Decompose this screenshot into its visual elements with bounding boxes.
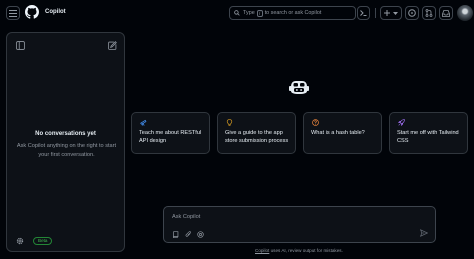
copilot-link[interactable]: Copilot (255, 248, 269, 253)
app-title[interactable]: Copilot (45, 9, 66, 15)
search-text-before: Type (243, 10, 255, 16)
header-divider (375, 8, 376, 18)
sidebar-collapse-icon[interactable] (16, 41, 25, 50)
command-palette-button[interactable] (357, 6, 370, 20)
github-logo-icon[interactable] (25, 5, 39, 19)
copilot-logo-icon (289, 81, 309, 94)
question-icon (312, 119, 319, 126)
lightbulb-icon (226, 119, 233, 126)
search-input[interactable]: Type / to search or ask Copilot (229, 6, 356, 20)
repository-icon[interactable] (172, 231, 179, 238)
hamburger-menu-button[interactable] (6, 6, 20, 20)
rocket-icon (398, 119, 405, 126)
suggestion-card-tailwind[interactable]: Start me off with Tailwind CSS (389, 112, 468, 154)
user-avatar[interactable] (457, 5, 473, 21)
top-bar: Copilot Type / to search or ask Copilot (0, 0, 474, 26)
issues-button[interactable] (405, 6, 419, 20)
suggestion-text: Give a guide to the app store submission… (225, 130, 289, 144)
footer-note: Copilot uses AI, review output for mista… (0, 248, 474, 253)
suggestion-text: Start me off with Tailwind CSS (397, 130, 459, 144)
extensions-icon[interactable] (197, 231, 204, 238)
send-icon[interactable] (420, 229, 428, 237)
empty-state-description: Ask Copilot anything on the right to sta… (16, 143, 117, 158)
footer-note-text: uses AI, review output for mistakes. (269, 248, 343, 253)
suggestion-text: What is a hash table? (311, 130, 365, 136)
suggestion-card-app-store[interactable]: Give a guide to the app store submission… (217, 112, 296, 154)
new-conversation-icon[interactable] (108, 41, 117, 50)
create-new-button[interactable] (380, 6, 402, 20)
suggestion-card-restful[interactable]: Teach me about RESTful API design (131, 112, 210, 154)
beta-badge: Beta (33, 237, 53, 245)
search-shortcut-key: / (256, 9, 263, 17)
terminal-icon (360, 10, 367, 16)
chevron-down-icon (393, 11, 398, 15)
inbox-icon (442, 9, 450, 17)
empty-state-title: No conversations yet (35, 131, 96, 137)
inbox-button[interactable] (439, 6, 453, 20)
search-text-after: to search or ask Copilot (264, 10, 322, 16)
chat-composer[interactable]: Ask Copilot (163, 206, 436, 243)
suggestion-card-hash-table[interactable]: What is a hash table? (303, 112, 382, 154)
hamburger-icon (9, 9, 17, 17)
settings-gear-icon[interactable] (16, 237, 24, 245)
issue-icon (408, 9, 416, 17)
paperclip-icon[interactable] (185, 231, 192, 238)
search-icon (234, 10, 240, 16)
telescope-icon (140, 119, 147, 126)
pull-request-icon (425, 9, 433, 17)
plus-icon (384, 10, 390, 16)
composer-input[interactable]: Ask Copilot (172, 214, 200, 220)
pull-requests-button[interactable] (422, 6, 436, 20)
suggestion-text: Teach me about RESTful API design (139, 130, 202, 144)
conversations-sidebar: No conversations yet Ask Copilot anythin… (6, 32, 125, 252)
